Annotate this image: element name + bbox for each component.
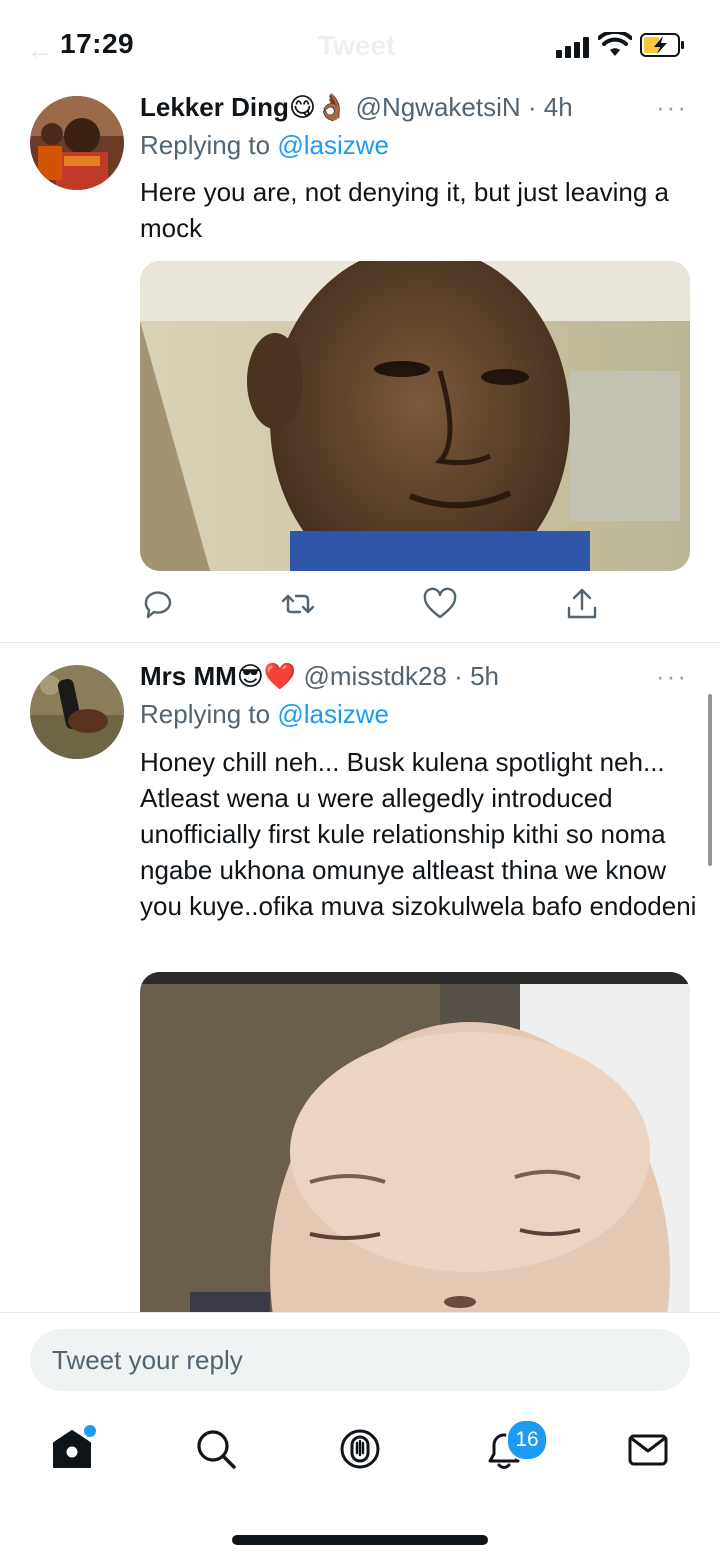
replying-to: Replying to @lasizwe (140, 130, 389, 161)
tweet[interactable]: Mrs MM😎❤️ @misstdk28 · 5h ··· Replying t… (0, 643, 720, 1312)
messages-icon[interactable] (626, 1427, 670, 1471)
more-options-icon[interactable]: ··· (656, 661, 688, 692)
tweet-actions (140, 586, 690, 626)
separator-dot: · (454, 661, 463, 691)
user-handle[interactable]: @misstdk28 (304, 661, 447, 691)
status-bar: ← Tweet 17:29 (0, 0, 720, 86)
like-icon[interactable] (422, 586, 458, 622)
retweet-icon[interactable] (280, 586, 316, 622)
user-handle[interactable]: @NgwaketsiN (356, 92, 521, 122)
name-emoji: 😎❤️ (236, 661, 297, 691)
display-name[interactable]: Lekker Ding (140, 92, 289, 122)
tweet-image[interactable] (140, 972, 690, 1312)
replying-to: Replying to @lasizwe (140, 699, 389, 730)
display-name[interactable]: Mrs MM (140, 661, 237, 691)
replying-prefix: Replying to (140, 130, 271, 160)
battery-charging-icon (640, 33, 684, 57)
home-indicator[interactable] (232, 1535, 488, 1545)
tweet-image[interactable] (140, 261, 690, 571)
back-arrow-icon[interactable]: ← (26, 34, 54, 66)
tweet[interactable]: Lekker Ding😋👌🏾 @NgwaketsiN · 4h ··· Repl… (0, 86, 720, 642)
more-options-icon[interactable]: ··· (656, 92, 688, 123)
separator-dot: · (527, 92, 537, 122)
tweet-header: Lekker Ding😋👌🏾 @NgwaketsiN · 4h (140, 92, 573, 123)
notifications-badge: 16 (506, 1419, 548, 1461)
tweet-age[interactable]: 4h (544, 92, 573, 122)
cellular-signal-icon (556, 36, 590, 58)
wifi-icon (598, 32, 632, 56)
replying-prefix: Replying to (140, 699, 271, 729)
tweet-text: Here you are, not denying it, but just l… (140, 177, 669, 243)
avatar[interactable] (30, 96, 124, 190)
tweet-header: Mrs MM😎❤️ @misstdk28 · 5h (140, 661, 499, 692)
tweet-age[interactable]: 5h (470, 661, 499, 691)
share-icon[interactable] (564, 586, 600, 622)
reply-placeholder: Tweet your reply (52, 1345, 243, 1375)
name-emoji: 😋👌🏾 (288, 92, 349, 122)
status-time: 17:29 (60, 28, 135, 59)
page-title: Tweet (318, 30, 396, 61)
search-icon[interactable] (194, 1427, 238, 1471)
replying-mention[interactable]: @lasizwe (277, 699, 389, 729)
reply-composer: Tweet your reply (0, 1312, 720, 1403)
avatar[interactable] (30, 665, 124, 759)
scrollbar[interactable] (708, 694, 712, 866)
reply-icon[interactable] (140, 586, 176, 622)
spaces-icon[interactable] (338, 1427, 382, 1471)
tweet-text: Honey chill neh... Busk kulena spotlight… (140, 747, 697, 921)
replying-mention[interactable]: @lasizwe (277, 130, 389, 160)
home-unread-dot (82, 1423, 98, 1439)
tab-bar: 16 (0, 1403, 720, 1558)
